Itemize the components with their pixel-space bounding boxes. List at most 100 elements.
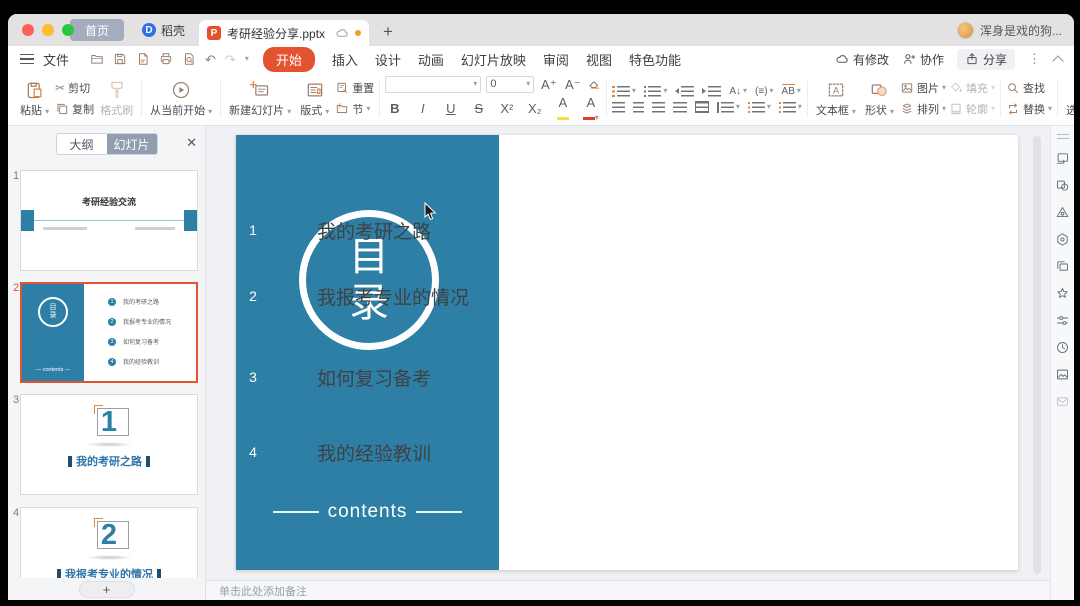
font-size-caret-icon[interactable]: ▾ <box>526 80 530 88</box>
superscript-button[interactable]: X² <box>497 102 516 115</box>
notes-bar[interactable]: 单击此处添加备注 <box>206 580 1050 600</box>
clear-format-icon[interactable] <box>587 77 601 91</box>
align-right-button[interactable] <box>652 102 665 113</box>
toc-item-3[interactable]: 3 如何复习备考 <box>236 360 431 394</box>
duplicate-pane-icon[interactable] <box>1055 259 1070 274</box>
shapes-button[interactable]: 形状 ▾ <box>862 79 897 119</box>
outline-button[interactable]: 轮廓 ▾ <box>949 101 995 117</box>
quick-access-more-icon[interactable]: ▾ <box>245 55 249 63</box>
bullet-list-button[interactable]: ▾ <box>612 86 636 97</box>
slide-canvas[interactable]: 目 录 contents 1 我的考研之路 2 我报考专业的情况 <box>206 126 1050 600</box>
slide-2-thumbnail[interactable]: 目录 — contents — 1我的考研之路 2我报考专业的情况 3如何复习备… <box>20 282 198 383</box>
line-spacing-button[interactable]: ▾ <box>717 102 740 113</box>
tab-home[interactable]: 首页 <box>70 19 124 41</box>
strikethrough-button[interactable]: S <box>469 102 488 115</box>
picture-button[interactable]: 图片 ▾ <box>900 80 946 96</box>
menu-tab-review[interactable]: 审阅 <box>543 50 569 69</box>
toc-item-4[interactable]: 4 我的经验教训 <box>236 435 431 469</box>
slide-1-thumbnail[interactable]: 考研经验交流 <box>20 170 198 271</box>
menu-tab-design[interactable]: 设计 <box>375 50 401 69</box>
menu-tab-view[interactable]: 视图 <box>586 50 612 69</box>
menu-tab-features[interactable]: 特色功能 <box>629 50 681 69</box>
minimize-window-button[interactable] <box>42 24 54 36</box>
properties-icon[interactable] <box>1055 313 1070 328</box>
print-preview-icon[interactable] <box>182 52 196 66</box>
mail-icon[interactable] <box>1055 394 1070 409</box>
reset-button[interactable]: 重置 <box>335 80 374 96</box>
collapse-ribbon-icon[interactable] <box>1052 55 1063 66</box>
distribute-button[interactable] <box>695 101 709 113</box>
decrease-font-size-button[interactable]: A⁻ <box>563 78 582 91</box>
cut-button[interactable]: ✂ 剪切 <box>55 80 94 96</box>
slide-3-thumbnail[interactable]: 1 我的考研之路 <box>20 394 198 495</box>
slide-pane-icon[interactable] <box>1055 151 1070 166</box>
replace-button[interactable]: 替换 ▾ <box>1006 101 1052 117</box>
selection-pane-button[interactable]: 选择窗格 <box>1063 79 1074 119</box>
tab-outline[interactable]: 大纲 <box>57 134 107 154</box>
tab-document[interactable]: P 考研经验分享.pptx <box>199 20 369 46</box>
modified-status[interactable]: 有修改 <box>835 51 889 68</box>
collaborate-button[interactable]: 协作 <box>902 51 944 68</box>
smart-assistant-icon[interactable] <box>1055 232 1070 247</box>
highlight-color-button[interactable]: A <box>553 96 572 122</box>
fill-button[interactable]: 填充 ▾ <box>949 80 995 96</box>
arrange-button[interactable]: 排列 ▾ <box>900 101 946 117</box>
copy-button[interactable]: 复制 <box>55 101 94 117</box>
menu-tab-animation[interactable]: 动画 <box>418 50 444 69</box>
align-center-button[interactable] <box>633 102 644 113</box>
menu-tab-slideshow[interactable]: 幻灯片放映 <box>461 50 526 69</box>
bold-button[interactable]: B <box>385 102 404 115</box>
more-options-icon[interactable]: ⋮ <box>1028 51 1041 67</box>
new-tab-button[interactable]: + <box>383 23 393 40</box>
menu-tab-insert[interactable]: 插入 <box>332 50 358 69</box>
toc-item-1[interactable]: 1 我的考研之路 <box>236 213 431 247</box>
tab-docer[interactable]: D 稻壳 <box>132 19 195 41</box>
vertical-scrollbar[interactable] <box>1033 136 1041 574</box>
image-tools-icon[interactable] <box>1055 367 1070 382</box>
export-pdf-icon[interactable] <box>136 52 150 66</box>
underline-button[interactable]: U <box>441 102 460 115</box>
font-size-combo[interactable]: ▾ <box>486 76 534 93</box>
print-icon[interactable] <box>159 52 173 66</box>
tab-slides[interactable]: 幻灯片 <box>107 134 157 154</box>
design-tools-icon[interactable] <box>1055 205 1070 220</box>
shapes-pane-icon[interactable] <box>1055 178 1070 193</box>
rail-handle-icon[interactable] <box>1057 134 1069 139</box>
format-painter-button[interactable]: 格式刷 <box>97 79 136 119</box>
layout-button[interactable]: 版式 ▾ <box>297 79 332 119</box>
decrease-indent-button[interactable] <box>675 86 694 97</box>
character-spacing-button[interactable]: AB▾ <box>782 84 801 98</box>
open-icon[interactable] <box>90 52 104 66</box>
paragraph-space-after-button[interactable]: ▾ <box>779 102 802 113</box>
close-panel-icon[interactable]: ✕ <box>186 136 197 149</box>
find-button[interactable]: 查找 <box>1006 80 1052 96</box>
toc-teal-panel[interactable]: 目 录 contents <box>236 135 499 570</box>
toc-item-2[interactable]: 2 我报考专业的情况 <box>236 279 469 313</box>
contents-caption[interactable]: contents <box>236 501 499 523</box>
effects-icon[interactable] <box>1055 286 1070 301</box>
play-from-current-button[interactable]: 从当前开始 ▾ <box>147 79 215 119</box>
subscript-button[interactable]: X₂ <box>525 102 544 115</box>
font-size-input[interactable] <box>490 78 524 90</box>
user-account[interactable]: 浑身是戏的狗... <box>957 22 1062 39</box>
align-left-button[interactable] <box>612 102 625 113</box>
redo-icon[interactable]: ↷ <box>225 53 236 66</box>
add-slide-button[interactable]: + <box>79 581 135 598</box>
section-button[interactable]: 节 ▾ <box>335 101 374 117</box>
hamburger-menu-icon[interactable] <box>20 54 34 64</box>
share-button[interactable]: 分享 <box>957 49 1015 70</box>
paragraph-space-before-button[interactable]: ▾ <box>748 102 771 113</box>
font-name-combo[interactable]: ▾ <box>385 76 481 93</box>
menu-file[interactable]: 文件 <box>43 50 69 69</box>
text-box-button[interactable]: 文本框 ▾ <box>813 79 859 119</box>
slide-editing-area[interactable]: 目 录 contents 1 我的考研之路 2 我报考专业的情况 <box>236 135 1018 570</box>
slide-4-thumbnail[interactable]: 2 我报考专业的情况 <box>20 507 198 578</box>
save-icon[interactable] <box>113 52 127 66</box>
italic-button[interactable]: I <box>413 102 432 115</box>
font-name-input[interactable] <box>389 78 471 90</box>
font-name-caret-icon[interactable]: ▾ <box>473 80 477 88</box>
zoom-window-button[interactable] <box>62 24 74 36</box>
new-slide-button[interactable]: 新建幻灯片 ▾ <box>226 79 294 119</box>
numbered-list-button[interactable]: ▾ <box>644 86 668 97</box>
paste-button[interactable]: 粘贴 ▾ <box>17 79 52 119</box>
